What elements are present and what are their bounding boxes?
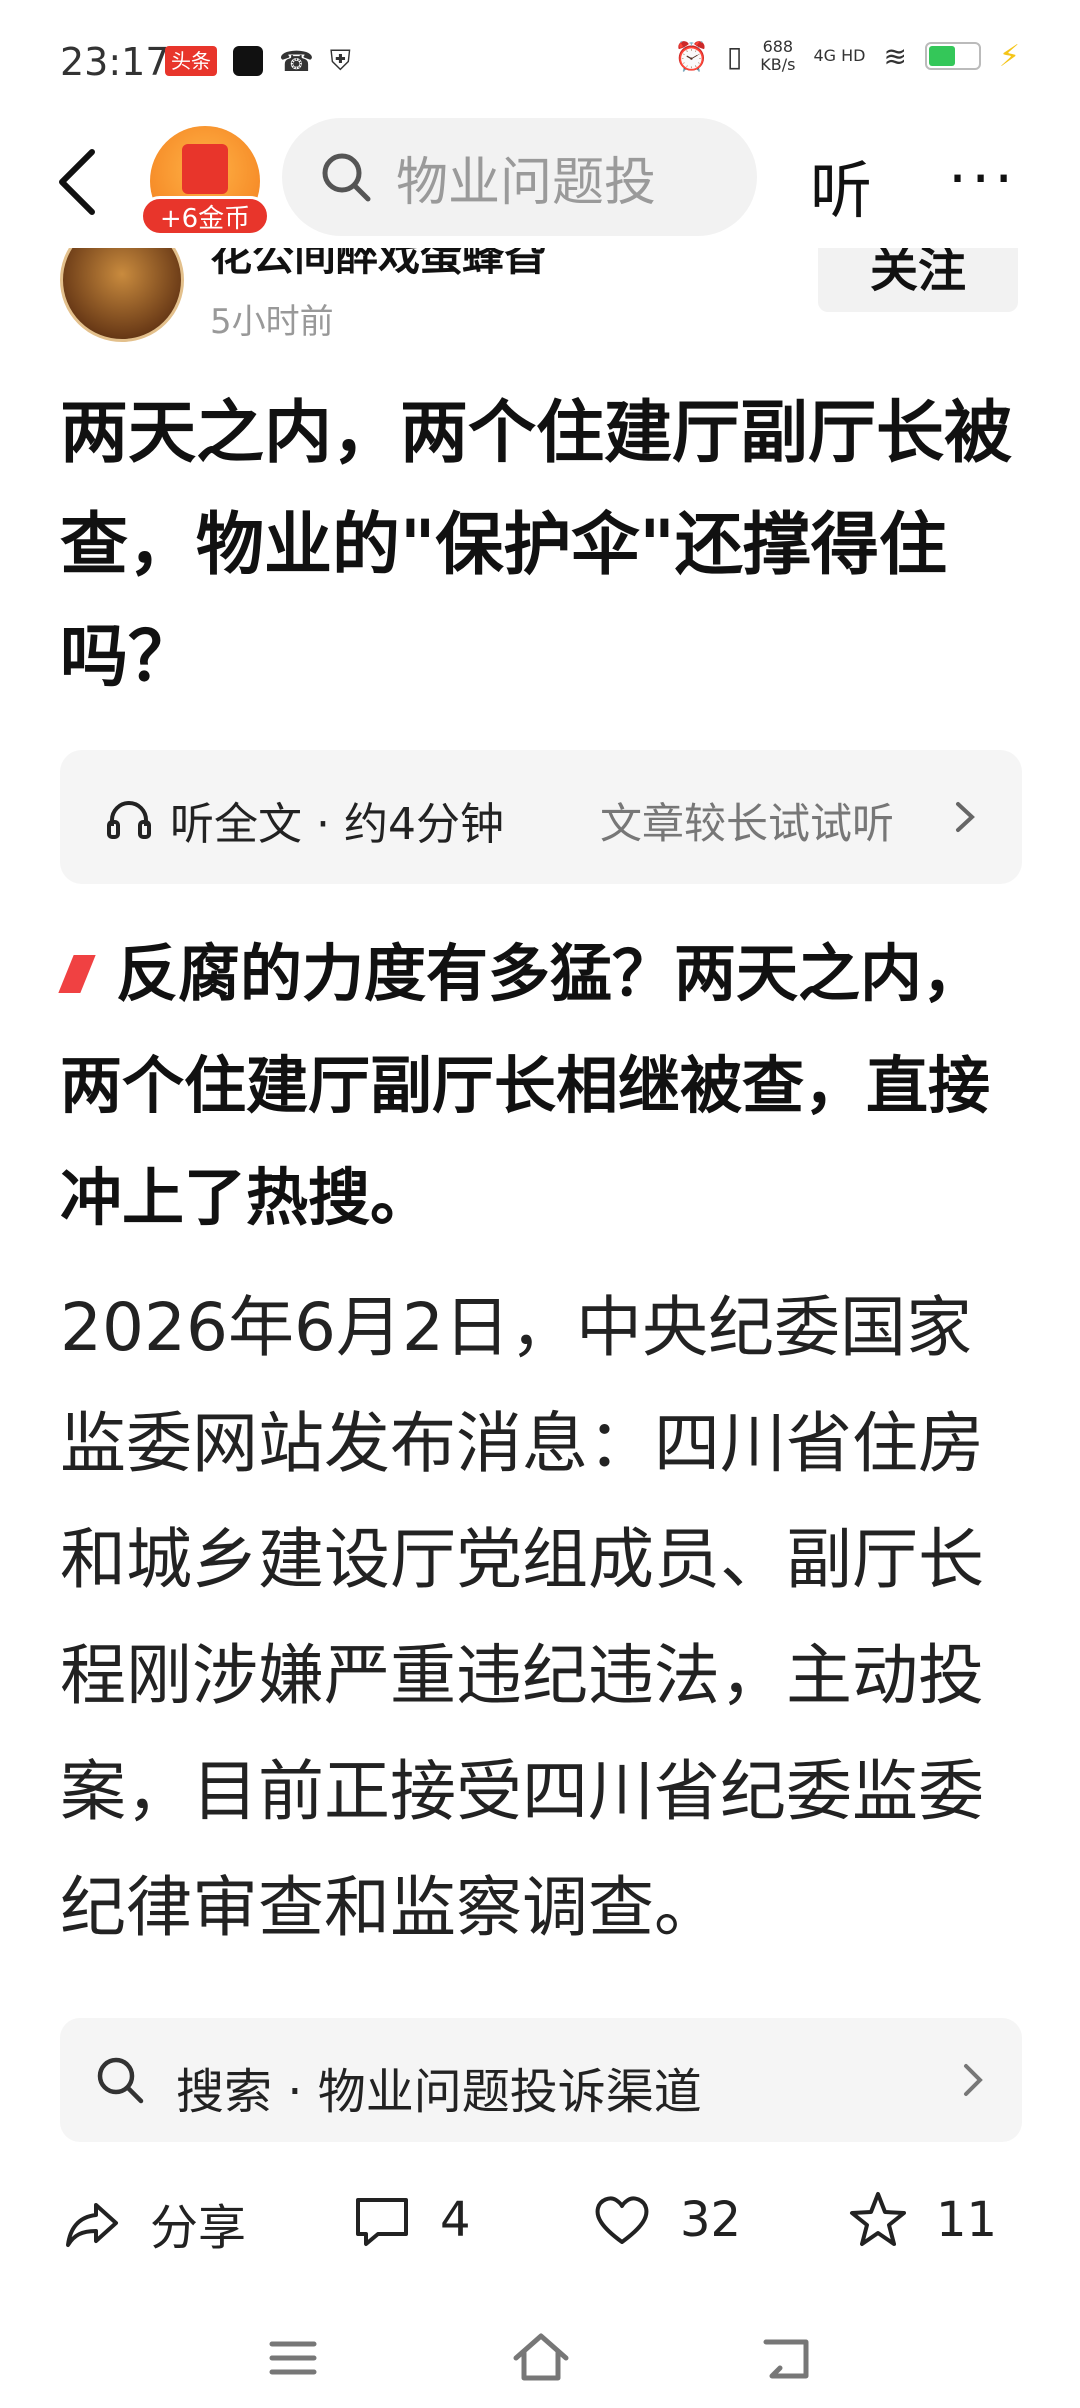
coin-label: +6金币 <box>140 196 270 236</box>
favorite-count: 11 <box>936 2192 998 2248</box>
back-button[interactable] <box>50 142 110 222</box>
quote-mark-icon <box>58 955 96 993</box>
chevron-right-icon <box>956 802 975 832</box>
shield-icon: ⛨ <box>329 44 351 77</box>
like-count: 32 <box>680 2192 742 2248</box>
listen-duration-label: 听全文 · 约4分钟 <box>170 799 504 850</box>
toutiao-badge-icon: 头条 <box>165 46 217 76</box>
home-icon <box>513 2333 569 2381</box>
avatar[interactable] <box>60 248 184 342</box>
author-row: 花公间醉戏蛋蜂旮 5小时前 关注 <box>0 248 1080 348</box>
related-search-text: 搜索 · 物业问题投诉渠道 <box>176 2064 702 2120</box>
search-input[interactable]: 物业问题投 <box>282 118 757 236</box>
post-time: 5小时前 <box>210 302 334 342</box>
listen-hint: 文章较长试试听 <box>600 799 895 848</box>
search-icon <box>97 2057 144 2104</box>
article-body: 2026年6月2日，中央纪委国家监委网站发布消息：四川省住房和城乡建设厅党组成员… <box>60 1289 984 1946</box>
heart-icon <box>595 2196 649 2244</box>
status-bar: 23:17 头条 ☎ ⛨ ⏰ ▯ 688 KB/s 4G HD ≋ ⚡ <box>0 0 1080 120</box>
comment-count: 4 <box>440 2192 471 2248</box>
follow-button[interactable]: 关注 <box>818 248 1018 312</box>
net-speed: 688 KB/s <box>760 37 796 74</box>
status-time: 23:17 <box>60 40 170 84</box>
article-title: 两天之内，两个住建厅副厅长被查，物业的"保护伞"还撑得住吗？ <box>60 394 1013 697</box>
back-arrow-icon <box>763 2339 809 2379</box>
battery-icon <box>924 42 981 70</box>
share-button[interactable]: 分享 <box>60 2188 246 2258</box>
comment-icon <box>356 2198 408 2246</box>
share-icon <box>66 2203 118 2247</box>
system-nav-bar <box>0 2300 1080 2408</box>
gift-icon <box>182 144 228 194</box>
back-nav-button[interactable] <box>752 2328 822 2388</box>
home-nav-button[interactable] <box>506 2328 576 2388</box>
favorite-button[interactable]: 11 <box>846 2188 997 2252</box>
listen-full-article-card[interactable]: 听全文 · 约4分钟 文章较长试试听 <box>60 750 1022 884</box>
status-system-icons: ⏰ ▯ 688 KB/s 4G HD ≋ ⚡ <box>674 38 1020 74</box>
related-search-bar[interactable]: 搜索 · 物业问题投诉渠道 <box>60 2018 1022 2142</box>
top-bar: +6金币 物业问题投 听 ··· <box>0 118 1080 248</box>
charging-icon: ⚡ <box>998 38 1020 74</box>
search-icon <box>322 153 371 202</box>
wifi-icon: ≋ <box>883 39 907 73</box>
coin-reward-button[interactable]: +6金币 <box>140 126 270 236</box>
author-name[interactable]: 花公间醉戏蛋蜂旮 <box>210 248 546 283</box>
star-icon <box>850 2192 906 2246</box>
menu-nav-button[interactable] <box>258 2328 328 2388</box>
menu-icon <box>269 2341 317 2375</box>
share-label: 分享 <box>150 2200 247 2256</box>
like-button[interactable]: 32 <box>590 2188 741 2252</box>
comment-button[interactable]: 4 <box>350 2188 471 2252</box>
phone-icon: ☎ <box>279 44 314 78</box>
headphones-icon <box>107 801 151 839</box>
action-bar: 分享 4 32 11 <box>0 2168 1080 2278</box>
chevron-left-icon <box>59 149 95 215</box>
more-options-button[interactable]: ··· <box>948 144 1017 214</box>
listen-button[interactable]: 听 <box>810 140 872 230</box>
article-lead: 反腐的力度有多猛？两天之内，两个住建厅副厅长相继被查，直接冲上了热搜。 <box>58 918 1026 1254</box>
signal-icon: 4G HD <box>813 46 866 65</box>
lead-text: 反腐的力度有多猛？两天之内，两个住建厅副厅长相继被查，直接冲上了热搜。 <box>60 937 991 1234</box>
alarm-icon: ⏰ <box>673 39 709 73</box>
chevron-right-icon <box>964 2064 983 2096</box>
battery-level <box>928 46 956 66</box>
search-placeholder: 物业问题投 <box>396 152 657 213</box>
vibrate-icon: ▯ <box>726 39 743 73</box>
status-notification-icons: 头条 ☎ ⛨ <box>165 44 351 78</box>
tiktok-icon <box>233 46 263 76</box>
